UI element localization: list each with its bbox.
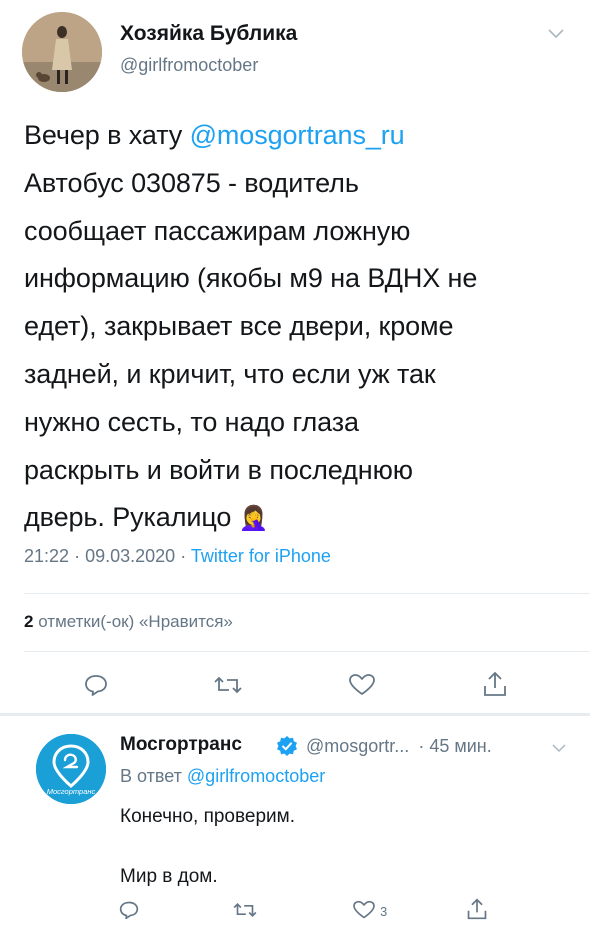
mention-link[interactable]: @mosgortrans_ru [190, 120, 405, 150]
tweet-source-link[interactable]: Twitter for iPhone [191, 546, 331, 566]
in-reply-to: В ответ @girlfromoctober [120, 766, 325, 787]
share-icon[interactable] [482, 670, 508, 698]
in-reply-handle-link[interactable]: @girlfromoctober [187, 766, 325, 786]
author-name[interactable]: Хозяйка Бублика [120, 22, 297, 46]
divider [24, 593, 590, 594]
reply-text-line: Мир в дом. [120, 866, 218, 887]
like-count: 3 [380, 904, 388, 919]
like-icon [352, 900, 376, 923]
verified-badge-icon [276, 735, 298, 757]
tweet-meta: 21:22 · 09.03.2020 · Twitter for iPhone [24, 546, 331, 567]
retweet-icon[interactable] [232, 900, 258, 920]
section-divider [0, 713, 590, 716]
reply-icon[interactable] [83, 673, 109, 697]
tweet-time: 21:22 [24, 546, 70, 566]
chevron-down-icon[interactable] [548, 26, 564, 44]
meta-separator: · [180, 546, 187, 566]
tweet-text-part: Вечер в хату [24, 120, 190, 150]
reply-handle-text: @mosgortr... [306, 736, 410, 756]
in-reply-prefix: В ответ [120, 766, 182, 786]
chevron-down-icon[interactable] [552, 740, 566, 758]
tweet-text-part: Автобус 030875 - водитель сообщает пасса… [24, 167, 478, 533]
avatar-logo-text: Мосгортранс [47, 787, 96, 796]
meta-separator: · [74, 546, 81, 566]
reply-text-line: Конечно, проверим. [120, 806, 295, 827]
likes-summary[interactable]: 2 отметки(-ок) «Нравится» [24, 612, 233, 632]
like-button[interactable]: 3 [352, 900, 387, 923]
tweet-date: 09.03.2020 [85, 546, 176, 566]
reply-icon[interactable] [118, 900, 140, 920]
retweet-icon[interactable] [213, 673, 243, 697]
reply-author-name[interactable]: Мосгортранс [120, 734, 242, 756]
avatar[interactable] [22, 12, 102, 92]
divider [24, 651, 590, 652]
share-icon[interactable] [466, 897, 488, 921]
likes-count: 2 [24, 612, 34, 631]
author-handle[interactable]: @girlfromoctober [120, 55, 258, 76]
reply-age: · 45 мин. [418, 736, 492, 756]
reply-author-handle[interactable]: @mosgortr... · 45 мин. [306, 736, 492, 757]
tweet-text: Вечер в хату @mosgortrans_ru Автобус 030… [24, 112, 572, 543]
facepalm-emoji: 🤦‍♀️ [238, 505, 269, 533]
like-icon[interactable] [348, 673, 376, 697]
avatar[interactable]: Мосгортранс [36, 734, 106, 804]
likes-label: отметки(-ок) «Нравится» [38, 612, 233, 631]
